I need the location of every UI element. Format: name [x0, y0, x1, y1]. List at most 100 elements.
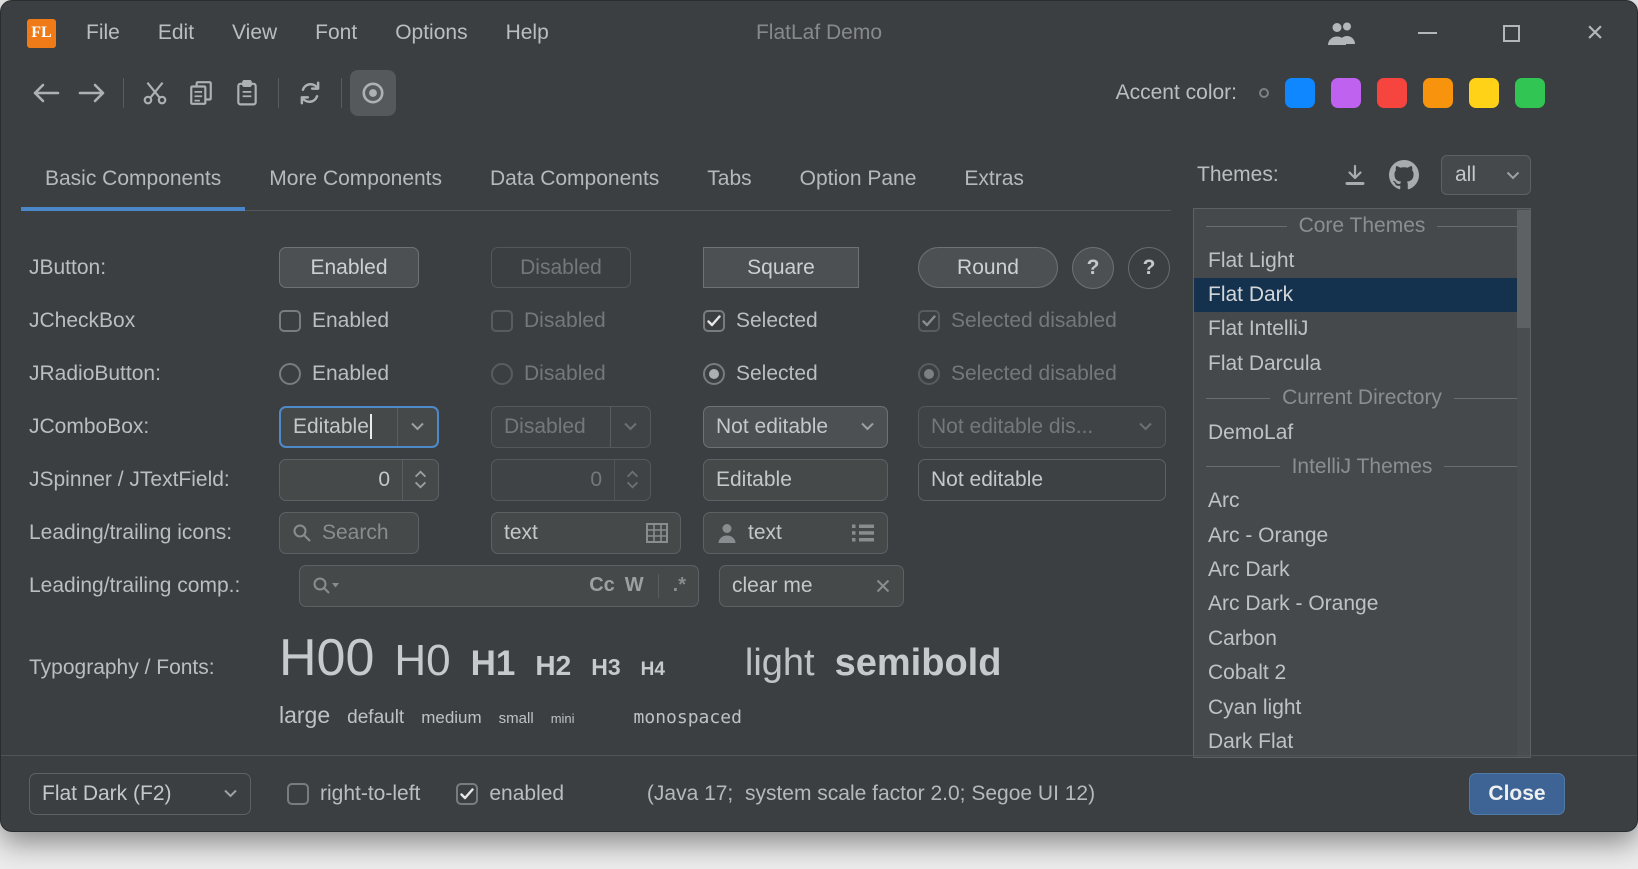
- tab-option-pane[interactable]: Option Pane: [776, 167, 941, 211]
- theme-item-cyan-light[interactable]: Cyan light: [1194, 690, 1530, 724]
- theme-item-cobalt-2[interactable]: Cobalt 2: [1194, 656, 1530, 690]
- help-button-borderless[interactable]: ?: [1128, 247, 1170, 289]
- theme-item-flat-darcula[interactable]: Flat Darcula: [1194, 347, 1530, 381]
- theme-item-dark-flat[interactable]: Dark Flat: [1194, 725, 1530, 758]
- chevron-down-icon[interactable]: [397, 408, 437, 446]
- spinner-enabled[interactable]: 0: [279, 459, 439, 501]
- look-and-feel-combobox[interactable]: Flat Dark (F2): [29, 773, 251, 815]
- search-dropdown-icon[interactable]: [312, 576, 340, 596]
- users-icon[interactable]: [1301, 1, 1385, 65]
- search-field-with-options[interactable]: Cc W .*: [299, 565, 699, 607]
- toolbar-separator: [341, 78, 342, 108]
- tab-data-components[interactable]: Data Components: [466, 167, 683, 211]
- enabled-button[interactable]: Enabled: [279, 247, 419, 288]
- theme-item-flat-light[interactable]: Flat Light: [1194, 243, 1530, 277]
- text-field-with-table-icon[interactable]: text: [491, 512, 681, 554]
- textfield-editable[interactable]: Editable: [703, 459, 888, 501]
- close-window-button[interactable]: ×: [1553, 1, 1637, 65]
- menu-file[interactable]: File: [86, 21, 120, 45]
- theme-item-arc-orange[interactable]: Arc - Orange: [1194, 519, 1530, 553]
- menu-options[interactable]: Options: [395, 21, 467, 45]
- clearable-text-field[interactable]: clear me: [719, 565, 904, 607]
- combobox-editable[interactable]: Editable: [279, 406, 439, 448]
- accent-swatch-orange[interactable]: [1423, 78, 1453, 108]
- theme-item-carbon[interactable]: Carbon: [1194, 622, 1530, 656]
- match-case-toggle[interactable]: Cc: [589, 574, 615, 597]
- jcheckbox-row: JCheckBox Enabled Disabled Selected Sele…: [29, 294, 1179, 347]
- refresh-icon: [297, 80, 323, 106]
- typography-h1: H1: [471, 644, 516, 684]
- refresh-button[interactable]: [287, 70, 333, 116]
- toolbar-separator: [123, 78, 124, 108]
- theme-item-demolaf[interactable]: DemoLaf: [1194, 415, 1530, 449]
- combobox-disabled: Disabled: [491, 406, 651, 448]
- user-icon: [716, 522, 738, 544]
- theme-item-flat-dark[interactable]: Flat Dark: [1194, 278, 1530, 312]
- maximize-button[interactable]: [1469, 1, 1553, 65]
- close-button[interactable]: Close: [1469, 773, 1565, 815]
- checkbox-enabled[interactable]: Enabled: [279, 309, 491, 333]
- square-button[interactable]: Square: [703, 247, 859, 288]
- themes-scrollbar[interactable]: [1517, 209, 1530, 757]
- forward-button[interactable]: [69, 70, 115, 116]
- spinner-buttons[interactable]: [402, 460, 438, 500]
- accent-swatch-red[interactable]: [1377, 78, 1407, 108]
- tab-more-components[interactable]: More Components: [245, 167, 466, 211]
- themes-scrollbar-thumb[interactable]: [1517, 210, 1530, 328]
- accent-swatch-selected-outline: [1259, 88, 1269, 98]
- combobox-not-editable[interactable]: Not editable: [703, 406, 888, 448]
- window-controls: ×: [1301, 1, 1637, 65]
- text-field-with-user-and-list-icons[interactable]: text: [703, 512, 888, 554]
- accent-swatch-purple[interactable]: [1331, 78, 1361, 108]
- clear-icon[interactable]: [875, 578, 891, 594]
- jcheckbox-label: JCheckBox: [29, 309, 279, 333]
- regex-toggle[interactable]: .*: [673, 574, 686, 597]
- themes-header: Themes: all: [1197, 149, 1531, 201]
- whole-word-toggle[interactable]: W: [625, 574, 644, 597]
- tab-basic-components[interactable]: Basic Components: [21, 167, 245, 211]
- basic-components-panel: JButton: Enabled Disabled Square Round ?…: [29, 241, 1179, 729]
- table-icon[interactable]: [646, 523, 668, 543]
- right-to-left-checkbox[interactable]: right-to-left: [287, 782, 420, 806]
- show-hidden-toggle-button[interactable]: [350, 70, 396, 116]
- enabled-checkbox[interactable]: enabled: [456, 782, 564, 806]
- menu-view[interactable]: View: [232, 21, 277, 45]
- list-icon[interactable]: [851, 523, 875, 543]
- chevron-down-icon: [1496, 171, 1530, 180]
- checkbox-selected[interactable]: Selected: [703, 309, 918, 333]
- theme-item-arc[interactable]: Arc: [1194, 484, 1530, 518]
- themes-filter-combobox[interactable]: all: [1441, 155, 1531, 195]
- copy-button[interactable]: [178, 70, 224, 116]
- checkbox-checked-icon: [918, 310, 940, 332]
- themes-separator: Current Directory: [1194, 381, 1530, 415]
- minimize-button[interactable]: [1385, 1, 1469, 65]
- round-button[interactable]: Round: [918, 247, 1058, 288]
- tab-tabs[interactable]: Tabs: [683, 167, 775, 211]
- visibility-icon: [360, 80, 386, 106]
- copy-icon: [189, 80, 213, 106]
- theme-item-flat-intellij[interactable]: Flat IntelliJ: [1194, 312, 1530, 346]
- menu-font[interactable]: Font: [315, 21, 357, 45]
- help-button[interactable]: ?: [1072, 247, 1114, 289]
- jradiobutton-label: JRadioButton:: [29, 362, 279, 386]
- theme-item-arc-dark[interactable]: Arc Dark: [1194, 553, 1530, 587]
- accent-swatch-yellow[interactable]: [1469, 78, 1499, 108]
- accent-swatch-green[interactable]: [1515, 78, 1545, 108]
- paste-button[interactable]: [224, 70, 270, 116]
- github-icon[interactable]: [1389, 160, 1419, 190]
- menu-edit[interactable]: Edit: [158, 21, 194, 45]
- typography-small: small: [499, 710, 534, 727]
- chevron-down-icon: [210, 774, 250, 814]
- theme-item-arc-dark-orange[interactable]: Arc Dark - Orange: [1194, 587, 1530, 621]
- search-field[interactable]: Search: [279, 512, 419, 554]
- download-icon[interactable]: [1343, 163, 1367, 187]
- tab-extras[interactable]: Extras: [940, 167, 1048, 211]
- cut-button[interactable]: [132, 70, 178, 116]
- arrow-left-icon: [32, 82, 60, 104]
- radio-selected[interactable]: Selected: [703, 362, 918, 386]
- accent-swatch-blue[interactable]: [1285, 78, 1315, 108]
- menu-help[interactable]: Help: [506, 21, 549, 45]
- back-button[interactable]: [23, 70, 69, 116]
- radio-enabled[interactable]: Enabled: [279, 362, 491, 386]
- radio-selected-icon: [918, 363, 940, 385]
